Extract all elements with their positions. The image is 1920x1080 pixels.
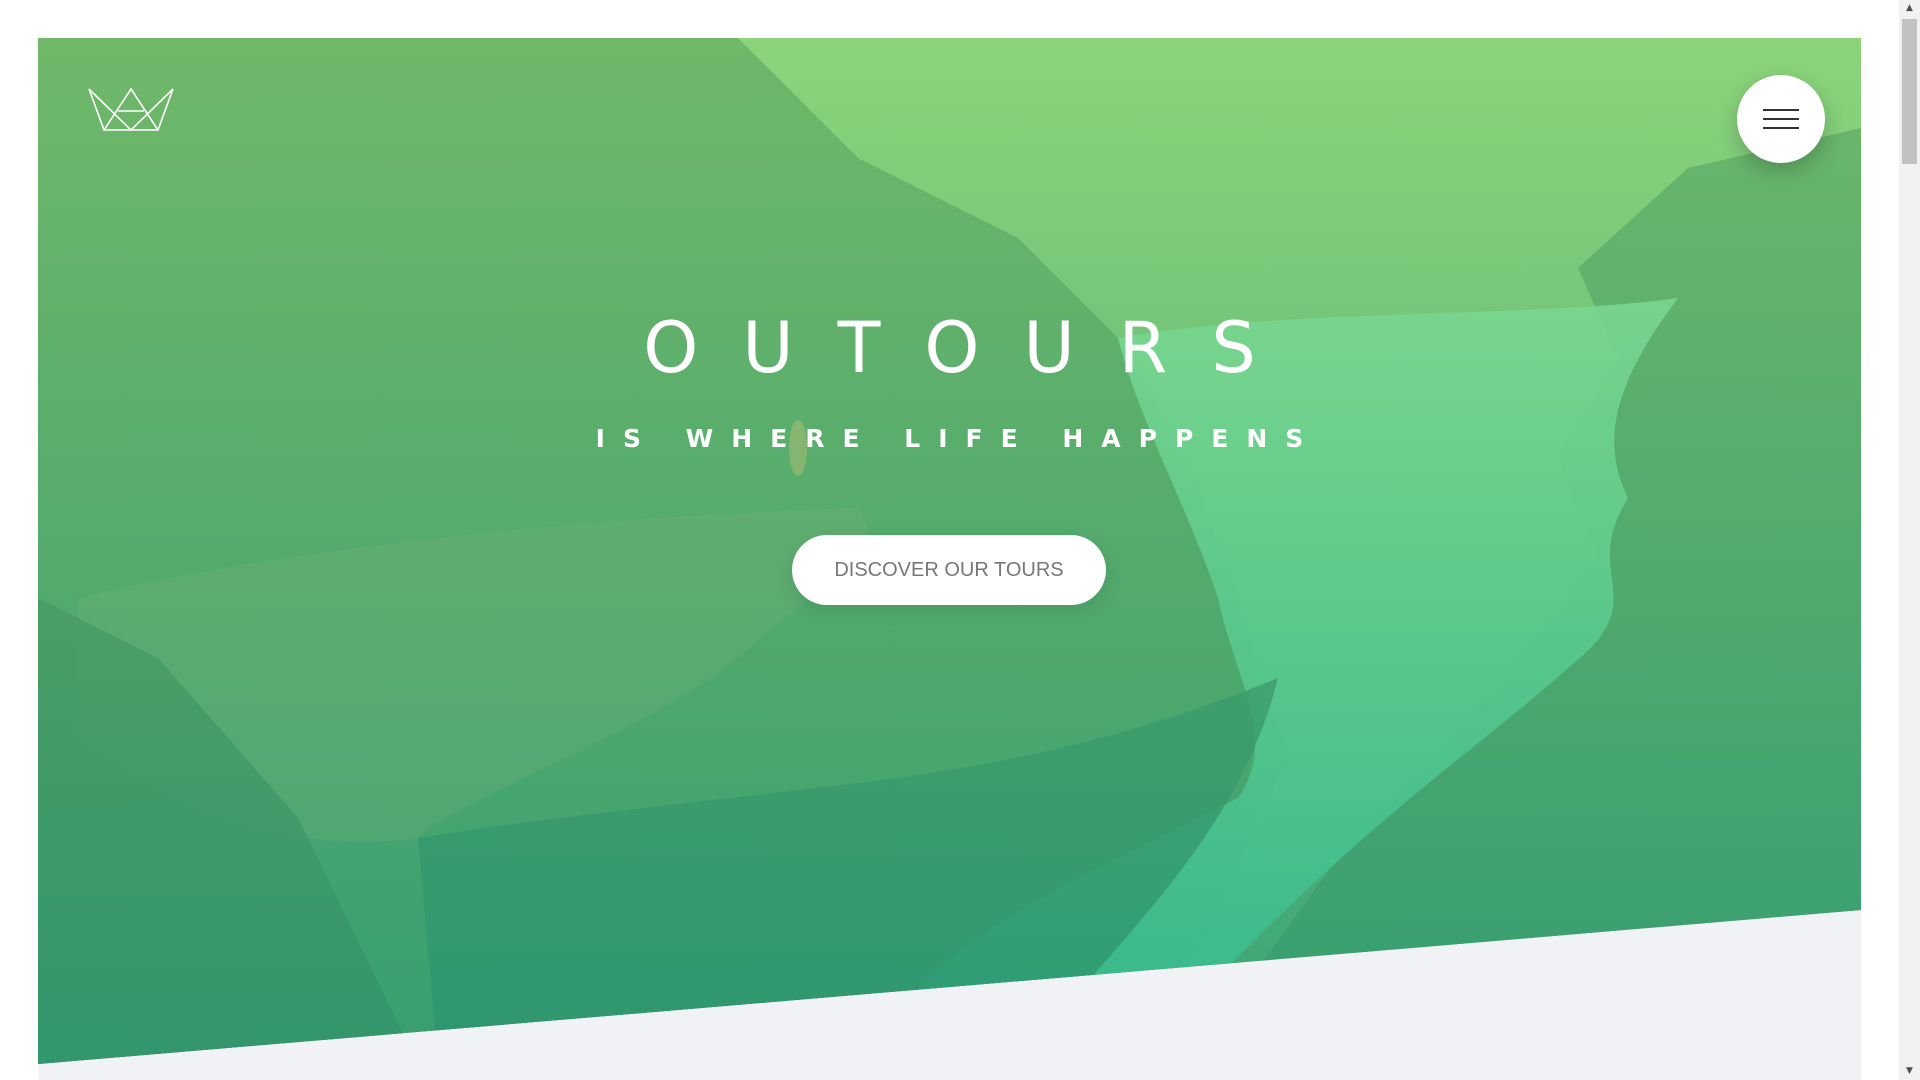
crown-logo-icon[interactable] [88,86,174,132]
vertical-scrollbar[interactable]: ▲ ▼ [1899,0,1920,1080]
scrollbar-thumb[interactable] [1902,19,1917,164]
hero-header: OUTOURS IS WHERE LIFE HAPPENS DISCOVER O… [38,38,1861,1064]
page-frame: OUTOURS IS WHERE LIFE HAPPENS DISCOVER O… [38,38,1861,1080]
hamburger-menu-icon-line [1763,118,1799,120]
hero-subtitle: IS WHERE LIFE HAPPENS [595,424,1322,453]
hamburger-menu-icon-line [1763,127,1799,129]
discover-tours-button[interactable]: DISCOVER OUR TOURS [792,535,1106,605]
menu-toggle-button[interactable] [1737,75,1825,163]
browser-viewport: OUTOURS IS WHERE LIFE HAPPENS DISCOVER O… [0,0,1899,1080]
hamburger-menu-icon [1763,109,1799,111]
scroll-up-arrow-icon[interactable]: ▲ [1899,0,1920,17]
scroll-down-arrow-icon[interactable]: ▼ [1899,1063,1920,1080]
hero-title: OUTOURS [643,307,1300,389]
